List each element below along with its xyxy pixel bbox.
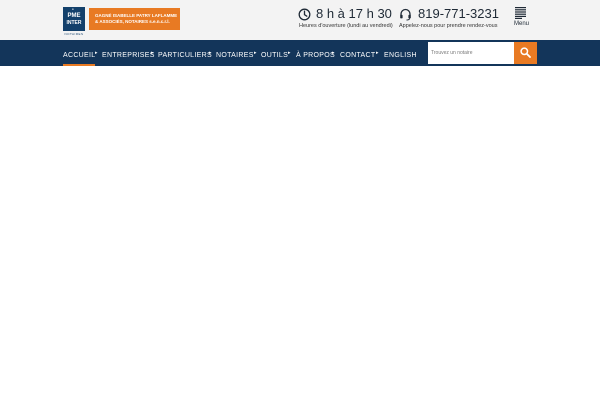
nav-item-contact[interactable]: CONTACT: [340, 40, 375, 66]
nav-item-particuliers[interactable]: PARTICULIERS: [158, 40, 212, 66]
headset-icon: [400, 8, 411, 21]
logo-text-line2: INTER: [66, 20, 82, 26]
nav-item-notaires[interactable]: NOTAIRES: [216, 40, 254, 66]
search-button[interactable]: [514, 42, 537, 64]
search-icon: [520, 47, 531, 58]
opening-hours-caption: Heures d'ouverture (lundi au vendredi): [299, 23, 393, 29]
nav-item-english[interactable]: ENGLISH: [384, 40, 417, 66]
phone-number-link[interactable]: 819-771-3231: [418, 6, 499, 22]
menu-button[interactable]: Menu: [511, 6, 531, 30]
phone-caption: Appelez-nous pour prendre rendez-vous: [399, 23, 498, 29]
clock-icon: [298, 8, 311, 21]
menu-label: Menu: [514, 21, 530, 27]
submenu-arrow-icon: ▸: [209, 50, 212, 56]
logo-text-line1: PME: [67, 13, 81, 19]
menu-lines-icon: [515, 7, 526, 19]
logo-star-icon: ●: [72, 7, 74, 11]
nav-item-entreprises[interactable]: ENTREPRISES: [102, 40, 155, 66]
submenu-arrow-icon: ▸: [95, 50, 98, 56]
submenu-arrow-icon: ▸: [254, 50, 257, 56]
firm-name-badge[interactable]: GAGNÉ ISABELLE PATRY LAFLAMME & ASSOCIÉS…: [89, 8, 180, 30]
nav-item-outils[interactable]: OUTILS: [261, 40, 288, 66]
nav-item-a-propos[interactable]: À PROPOS: [296, 40, 335, 66]
submenu-arrow-icon: ▸: [288, 50, 291, 56]
submenu-arrow-icon: ▸: [332, 50, 335, 56]
opening-hours: 8 h à 17 h 30: [316, 6, 392, 21]
nav-item-accueil[interactable]: ACCUEIL: [63, 40, 96, 66]
logo-subtitle: NOTAIRES: [64, 32, 84, 36]
pme-inter-logo[interactable]: ● PME INTER: [63, 7, 85, 31]
submenu-arrow-icon: ▸: [151, 50, 154, 56]
page-content: [0, 66, 600, 400]
search-input[interactable]: [428, 42, 514, 64]
submenu-arrow-icon: ▸: [376, 50, 379, 56]
firm-name-line2: & ASSOCIÉS, NOTAIRES s.e.n.c.r.l.: [95, 19, 170, 24]
top-header: ● PME INTER NOTAIRES GAGNÉ ISABELLE PATR…: [0, 0, 600, 40]
